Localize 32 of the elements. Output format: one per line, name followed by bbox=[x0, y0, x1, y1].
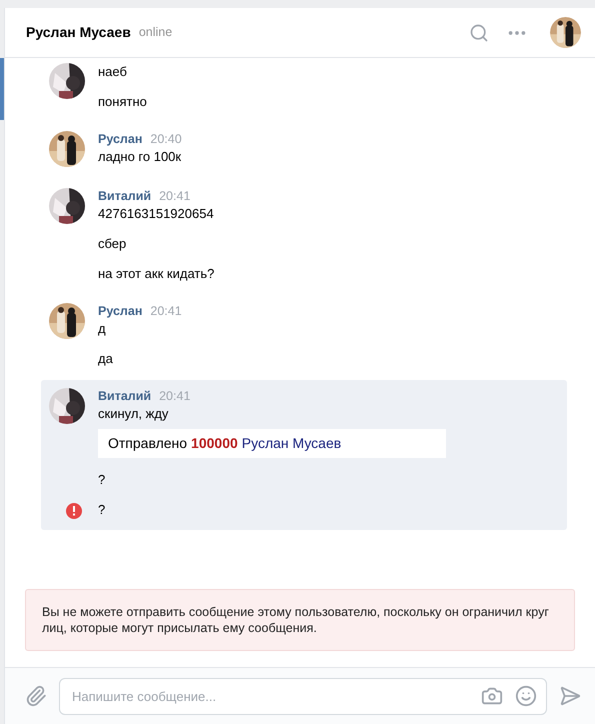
message-text: на этот акк кидать? bbox=[98, 265, 214, 282]
message-text: да bbox=[98, 350, 114, 367]
transfer-label: Отправлено bbox=[108, 434, 188, 453]
search-icon[interactable] bbox=[469, 22, 489, 42]
message-text: 4276163151920654 bbox=[98, 205, 214, 222]
message-time: 20:40 bbox=[150, 131, 182, 148]
transfer-amount: 100000 bbox=[191, 434, 238, 453]
author-name[interactable]: Виталий bbox=[98, 188, 152, 205]
author-name[interactable]: Руслан bbox=[98, 131, 142, 148]
selected-message-group[interactable]: Виталий 20:41 скинул, жду Отправлено 100000 Руслан Мусаев ? ? bbox=[41, 380, 567, 530]
active-indicator bbox=[0, 58, 4, 120]
message-text: сбер bbox=[98, 235, 128, 252]
transfer-recipient: Руслан Мусаев bbox=[242, 434, 342, 453]
emoji-icon[interactable] bbox=[515, 684, 537, 706]
message-time: 20:41 bbox=[150, 303, 182, 320]
author-name[interactable]: Виталий bbox=[98, 388, 152, 405]
author-name[interactable]: Руслан bbox=[98, 303, 142, 320]
contact-name[interactable]: Руслан Мусаев bbox=[26, 22, 131, 43]
message-text: понятно bbox=[98, 93, 147, 110]
message-text: наеб bbox=[98, 63, 128, 80]
message-text: ? bbox=[98, 471, 106, 488]
message-text: ? bbox=[98, 501, 106, 518]
message-text: ладно го 100к bbox=[98, 148, 182, 165]
message-time: 20:41 bbox=[159, 388, 190, 405]
message-text: скинул, жду bbox=[98, 405, 170, 422]
restriction-notice: Вы не можете отправить сообщение этому пользователю, поскольку он ограничил круг лиц, которые могут присылать ему сообщения. bbox=[25, 589, 575, 651]
message-text: д bbox=[98, 320, 107, 337]
message-time: 20:41 bbox=[159, 188, 190, 205]
message-input[interactable]: Напишите сообщение... bbox=[59, 678, 547, 714]
send-icon[interactable] bbox=[559, 685, 581, 707]
online-status: online bbox=[138, 24, 172, 42]
attach-icon[interactable] bbox=[25, 685, 47, 707]
